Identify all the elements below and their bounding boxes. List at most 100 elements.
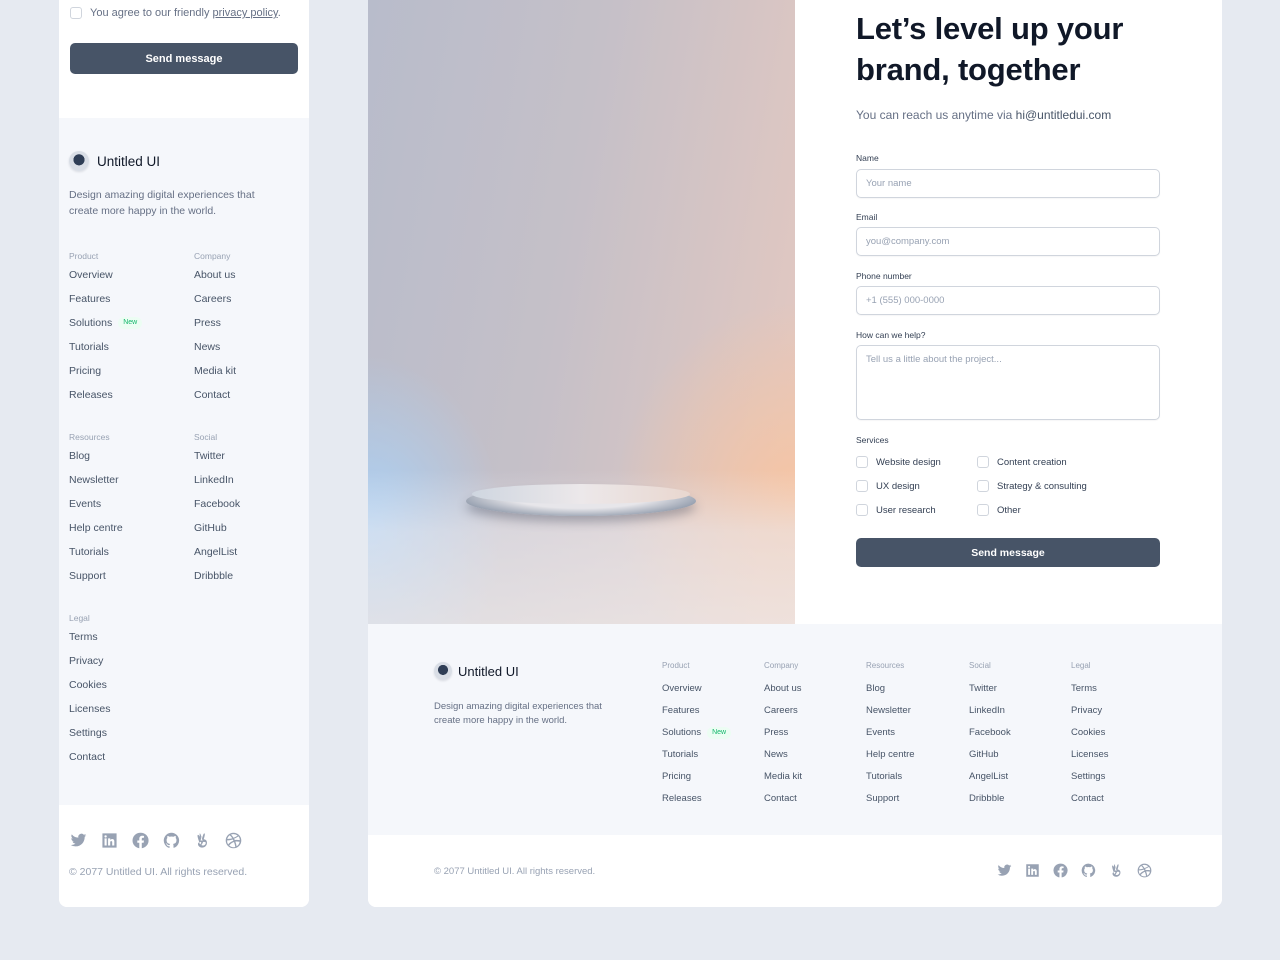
dribbble-icon[interactable] xyxy=(1136,862,1153,879)
footer-brand[interactable]: Untitled UI xyxy=(69,151,160,171)
footer-link[interactable]: Terms xyxy=(1071,678,1171,700)
footer-link[interactable]: Careers xyxy=(764,700,864,722)
service-other[interactable]: Other xyxy=(977,504,1021,516)
footer-link[interactable]: Cookies xyxy=(1071,722,1171,744)
service-checkbox[interactable] xyxy=(977,456,989,468)
linkedin-icon[interactable] xyxy=(100,831,118,849)
footer-link[interactable]: News xyxy=(764,744,864,766)
footer-link[interactable]: Tutorials xyxy=(866,766,966,788)
footer-link[interactable]: Pricing xyxy=(69,359,179,383)
column-heading: Social xyxy=(194,432,218,442)
name-field[interactable]: Your name xyxy=(856,169,1160,198)
footer-link[interactable]: Contact xyxy=(1071,788,1171,810)
footer-link[interactable]: Dribbble xyxy=(194,564,304,588)
footer-link[interactable]: Contact xyxy=(764,788,864,810)
message-textarea[interactable]: Tell us a little about the project... xyxy=(856,345,1160,420)
footer-link[interactable]: Newsletter xyxy=(69,468,179,492)
footer-link[interactable]: Media kit xyxy=(194,359,304,383)
service-content-creation[interactable]: Content creation xyxy=(977,456,1067,468)
footer-link[interactable]: Contact xyxy=(194,383,304,407)
footer-link[interactable]: Support xyxy=(866,788,966,810)
footer-link[interactable]: GitHub xyxy=(194,516,304,540)
service-checkbox[interactable] xyxy=(856,480,868,492)
service-website-design[interactable]: Website design xyxy=(856,456,941,468)
footer-link[interactable]: Blog xyxy=(69,444,179,468)
contact-email-link[interactable]: hi@untitledui.com xyxy=(1016,108,1112,122)
help-label: How can we help? xyxy=(856,330,926,340)
linkedin-icon[interactable] xyxy=(1024,862,1041,879)
privacy-policy-link[interactable]: privacy policy xyxy=(213,7,278,19)
send-message-button[interactable]: Send message xyxy=(70,43,298,74)
footer-link[interactable]: Press xyxy=(194,311,304,335)
service-strategy-consulting[interactable]: Strategy & consulting xyxy=(977,480,1087,492)
angellist-icon[interactable] xyxy=(193,831,211,849)
footer-link[interactable]: About us xyxy=(194,263,304,287)
twitter-icon[interactable] xyxy=(996,862,1013,879)
footer-link[interactable]: Events xyxy=(69,492,179,516)
footer-link[interactable]: Licenses xyxy=(69,697,179,721)
footer-link[interactable]: Cookies xyxy=(69,673,179,697)
footer-link[interactable]: Dribbble xyxy=(969,788,1069,810)
footer-link[interactable]: Facebook xyxy=(969,722,1069,744)
footer-link[interactable]: LinkedIn xyxy=(194,468,304,492)
footer-link[interactable]: Pricing xyxy=(662,766,762,788)
privacy-checkbox[interactable] xyxy=(70,7,82,19)
github-icon[interactable] xyxy=(1080,862,1097,879)
footer-link[interactable]: Blog xyxy=(866,678,966,700)
angellist-icon[interactable] xyxy=(1108,862,1125,879)
footer-link[interactable]: Media kit xyxy=(764,766,864,788)
footer-link[interactable]: News xyxy=(194,335,304,359)
service-checkbox[interactable] xyxy=(856,504,868,516)
footer-link[interactable]: AngelList xyxy=(969,766,1069,788)
footer-link[interactable]: Features xyxy=(662,700,762,722)
footer-link[interactable]: Careers xyxy=(194,287,304,311)
footer-link[interactable]: Newsletter xyxy=(866,700,966,722)
footer-link[interactable]: Releases xyxy=(69,383,179,407)
footer-link[interactable]: Twitter xyxy=(969,678,1069,700)
twitter-icon[interactable] xyxy=(69,831,87,849)
footer-link[interactable]: LinkedIn xyxy=(969,700,1069,722)
send-message-button[interactable]: Send message xyxy=(856,538,1160,567)
footer-link[interactable]: Privacy xyxy=(1071,700,1171,722)
footer-link[interactable]: Tutorials xyxy=(69,540,179,564)
footer-link[interactable]: Events xyxy=(866,722,966,744)
footer-link[interactable]: GitHub xyxy=(969,744,1069,766)
untitled-ui-logo-icon xyxy=(434,662,452,680)
footer-link[interactable]: Support xyxy=(69,564,179,588)
service-ux-design[interactable]: UX design xyxy=(856,480,920,492)
service-checkbox[interactable] xyxy=(977,504,989,516)
footer-link[interactable]: Tutorials xyxy=(662,744,762,766)
footer-link[interactable]: Solutions New xyxy=(69,311,179,335)
footer-link[interactable]: Contact xyxy=(69,745,179,769)
footer-link[interactable]: AngelList xyxy=(194,540,304,564)
footer-link[interactable]: Press xyxy=(764,722,864,744)
github-icon[interactable] xyxy=(162,831,180,849)
footer-link[interactable]: Settings xyxy=(69,721,179,745)
footer-link[interactable]: Facebook xyxy=(194,492,304,516)
footer-link[interactable]: Help centre xyxy=(69,516,179,540)
footer-link[interactable]: Overview xyxy=(69,263,179,287)
service-checkbox[interactable] xyxy=(977,480,989,492)
footer-link[interactable]: About us xyxy=(764,678,864,700)
footer-link[interactable]: Overview xyxy=(662,678,762,700)
email-field[interactable]: you@company.com xyxy=(856,227,1160,256)
footer-link[interactable]: Help centre xyxy=(866,744,966,766)
footer-link[interactable]: Solutions New xyxy=(662,722,762,744)
footer-link[interactable]: Settings xyxy=(1071,766,1171,788)
service-user-research[interactable]: User research xyxy=(856,504,936,516)
phone-field[interactable]: +1 (555) 000-0000 xyxy=(856,286,1160,315)
footer-link[interactable]: Twitter xyxy=(194,444,304,468)
facebook-icon[interactable] xyxy=(1052,862,1069,879)
service-checkbox[interactable] xyxy=(856,456,868,468)
copyright-text: © 2077 Untitled UI. All rights reserved. xyxy=(69,866,248,878)
facebook-icon[interactable] xyxy=(131,831,149,849)
footer-link[interactable]: Licenses xyxy=(1071,744,1171,766)
privacy-agree-row[interactable]: You agree to our friendly privacy policy… xyxy=(70,7,281,19)
footer-link[interactable]: Tutorials xyxy=(69,335,179,359)
footer-link[interactable]: Releases xyxy=(662,788,762,810)
footer-brand[interactable]: Untitled UI xyxy=(434,662,519,680)
footer-link[interactable]: Features xyxy=(69,287,179,311)
footer-link[interactable]: Terms xyxy=(69,625,179,649)
dribbble-icon[interactable] xyxy=(224,831,242,849)
footer-link[interactable]: Privacy xyxy=(69,649,179,673)
